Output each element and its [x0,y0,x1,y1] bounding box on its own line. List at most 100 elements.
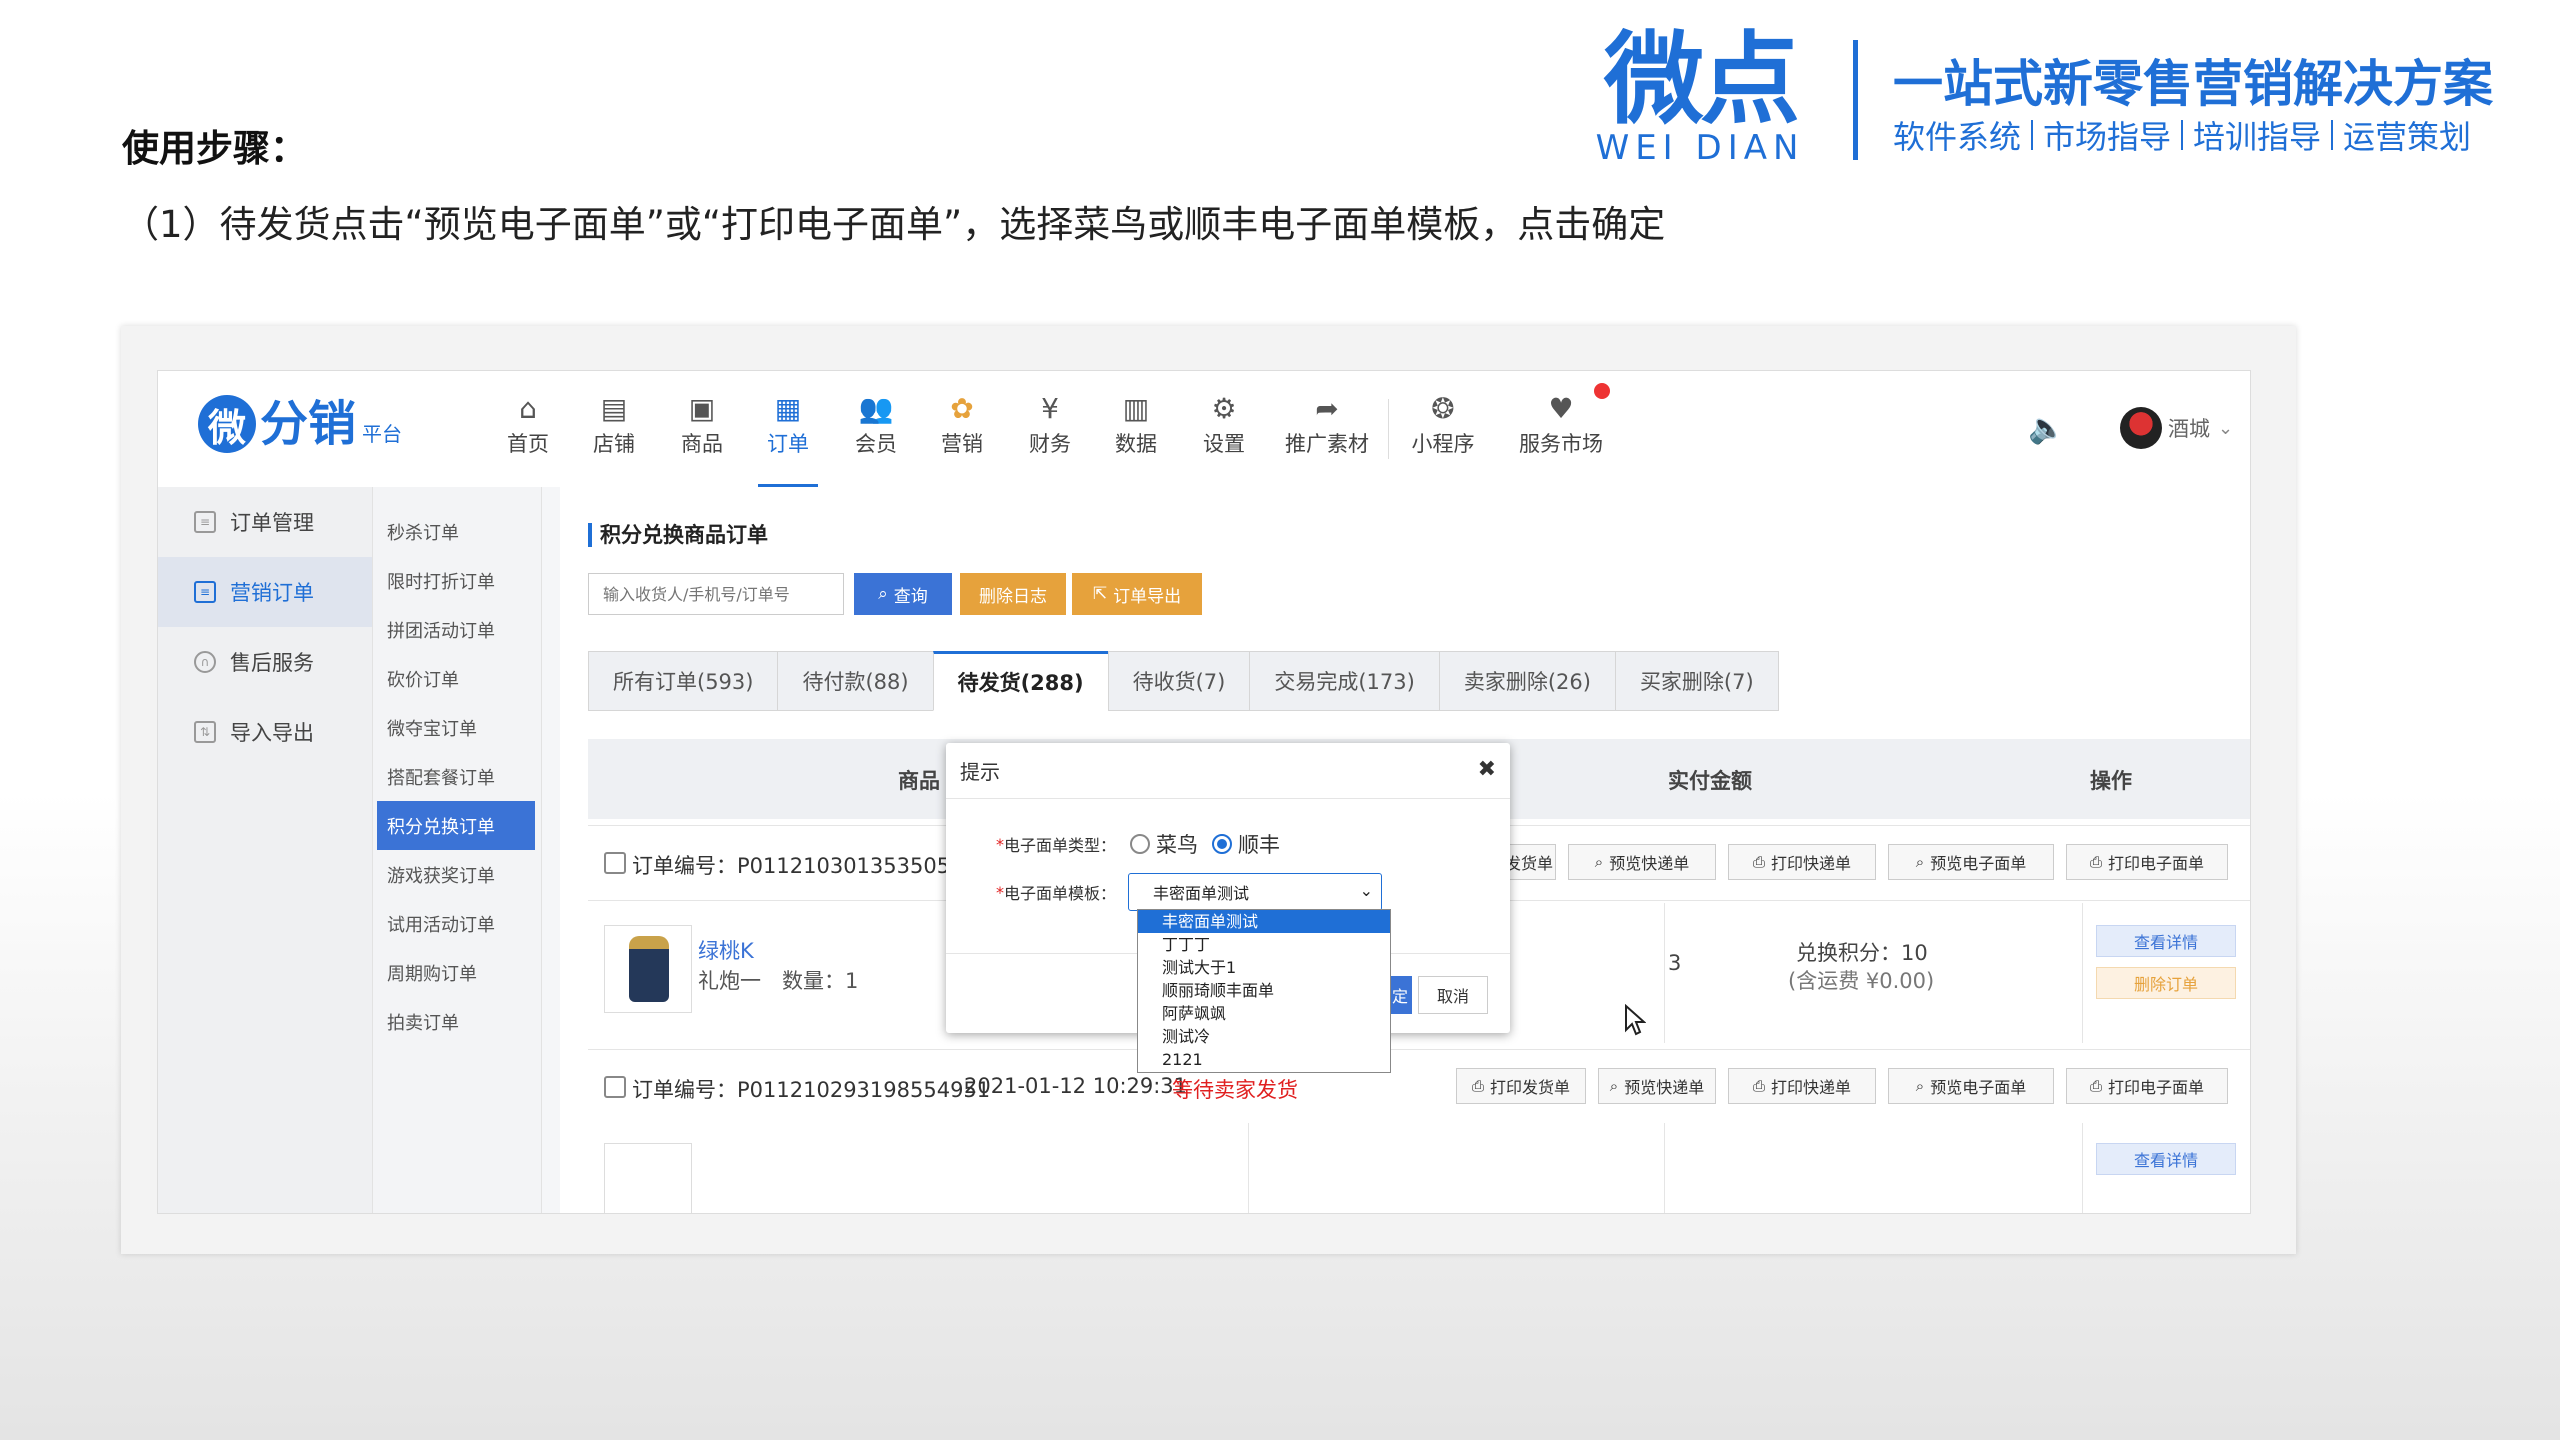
radio-cainiao[interactable] [1130,834,1151,854]
nav-divider [1388,399,1389,459]
nav-promo-material[interactable]: ➦ 推广素材 [1282,389,1372,469]
order-checkbox[interactable] [604,852,626,874]
nav-settings[interactable]: ⚙ 设置 [1194,389,1254,469]
search-input[interactable] [588,573,844,615]
dropdown-option[interactable]: 2121 [1138,1048,1390,1071]
preview-express-button[interactable]: ⌕ 预览快递单 [1598,1068,1716,1104]
sidebar-item-after-sale[interactable]: ∩ 售后服务 [158,627,372,697]
subnav-item[interactable]: 微夺宝订单 [377,703,535,752]
order-row: 订单编号：P011210293198554951 2021-01-12 10:2… [588,1049,2250,1125]
delete-log-button[interactable]: 删除日志 [960,573,1066,615]
nav-goods[interactable]: ▣ 商品 [672,389,732,469]
printer-icon: ⎙ [1471,1077,1484,1095]
view-detail-button[interactable]: 查看详情 [2096,925,2236,957]
nav-label: 会员 [855,432,897,456]
mouse-cursor-icon [1625,1004,1646,1036]
nav-service-market[interactable]: ♥ 服务市场 [1516,383,1610,469]
subnav-item[interactable]: 限时打折订单 [377,556,535,605]
print-delivery-note-button[interactable]: ⎙ 打印发货单 [1456,1068,1586,1104]
nav-label: 店铺 [593,432,635,456]
nav-label: 服务市场 [1519,432,1603,456]
nav-data[interactable]: ▥ 数据 [1106,389,1166,469]
tab-buyer-deleted[interactable]: 买家删除(7) [1614,651,1779,711]
subnav-item-points-exchange[interactable]: 积分兑换订单 [377,801,535,850]
dropdown-option[interactable]: 丰密面单测试 [1138,910,1390,933]
tab-pending-payment[interactable]: 待付款(88) [777,651,933,711]
app-logo-sub: 平台 [362,422,403,446]
subnav-item[interactable]: 秒杀订单 [377,507,535,556]
chevron-down-icon: ⌄ [2218,417,2234,439]
brand-logo-en: WEI DIAN [1595,128,1805,168]
printer-icon: ⎙ [2089,853,2102,871]
nav-label: 设置 [1203,432,1245,456]
print-express-button[interactable]: ⎙ 打印快递单 [1728,1068,1876,1104]
nav-member[interactable]: 👥 会员 [846,389,906,469]
col-goods: 商品 [898,769,940,793]
sidebar-item-order-manage[interactable]: ≡ 订单管理 [158,487,372,557]
dropdown-option[interactable]: 测试大于1 [1138,956,1390,979]
subnav-item[interactable]: 拼团活动订单 [377,605,535,654]
dropdown-option[interactable]: 顺丽琦顺丰面单 [1138,979,1390,1002]
dropdown-option[interactable]: 阿萨飒飒 [1138,1002,1390,1025]
button-label: 预览电子面单 [1930,1078,2027,1097]
subnav-item[interactable]: 试用活动订单 [377,899,535,948]
speaker-icon[interactable]: 🔈 [2028,411,2065,446]
print-eorder-button[interactable]: ⎙ 打印电子面单 [2066,844,2228,880]
product-thumbnail[interactable] [604,1143,692,1213]
subnav-item[interactable]: 游戏获奖订单 [377,850,535,899]
print-express-button[interactable]: ⎙ 打印快递单 [1728,844,1876,880]
user-menu[interactable]: 酒城 ⌄ [2120,407,2233,449]
template-select[interactable]: 丰密面单测试 ⌄ [1128,873,1383,911]
tab-seller-deleted[interactable]: 卖家删除(26) [1438,651,1615,711]
query-button[interactable]: ⌕ 查询 [854,573,952,615]
market-icon: ♥ [1516,383,1610,429]
nav-label: 首页 [507,432,549,456]
subnav-item[interactable]: 拍卖订单 [377,997,535,1046]
required-mark: * [996,882,1004,902]
tab-pending-receipt[interactable]: 待收货(7) [1107,651,1250,711]
radio-shunfeng[interactable] [1212,834,1233,854]
column-divider [1664,1123,1665,1213]
nav-finance[interactable]: ¥ 财务 [1020,389,1080,469]
subnav-item[interactable]: 搭配套餐订单 [377,752,535,801]
subnav-item[interactable]: 周期购订单 [377,948,535,997]
page-title: 积分兑换商品订单 [588,523,768,547]
subnav-item[interactable]: 砍价订单 [377,654,535,703]
nav-home[interactable]: ⌂ 首页 [498,389,558,469]
export-button[interactable]: ⇱ 订单导出 [1072,573,1202,615]
home-icon: ⌂ [519,392,537,425]
tab-pending-shipment[interactable]: 待发货(288) [932,651,1108,711]
tab-all[interactable]: 所有订单(593) [588,651,778,711]
query-label: 查询 [893,586,928,607]
nav-store[interactable]: ▤ 店铺 [584,389,644,469]
print-eorder-button[interactable]: ⎙ 打印电子面单 [2066,1068,2228,1104]
marketing-icon: ✿ [950,392,974,425]
product-name-link[interactable]: 绿桃K [698,935,754,965]
cancel-button[interactable]: 取消 [1418,976,1488,1014]
order-manage-icon: ≡ [194,511,216,533]
nav-marketing[interactable]: ✿ 营销 [932,389,992,469]
brand-logo: 微点 WEI DIAN [1580,30,1820,168]
close-icon[interactable]: ✖ [1478,757,1496,782]
nav-miniapp[interactable]: ❂ 小程序 [1408,389,1478,469]
top-nav: 微 分销 平台 ⌂ 首页 ▤ 店铺 ▣ 商品 ▦ 订单 👥 会员 ✿ 营销 ¥ … [158,371,2250,487]
app-logo[interactable]: 微 分销 平台 [198,395,402,453]
marketing-order-icon: ≡ [194,581,216,603]
delete-order-button[interactable]: 删除订单 [2096,967,2236,999]
sidebar-item-import-export[interactable]: ⇅ 导入导出 [158,697,372,767]
dropdown-option[interactable]: 测试冷 [1138,1025,1390,1048]
order-checkbox[interactable] [604,1076,626,1098]
dropdown-option[interactable]: 丁丁丁 [1138,933,1390,956]
view-detail-button[interactable]: 查看详情 [2096,1143,2236,1175]
tab-completed[interactable]: 交易完成(173) [1249,651,1439,711]
sidebar-item-marketing-order[interactable]: ≡ 营销订单 [158,557,372,627]
product-thumbnail[interactable] [604,925,692,1013]
printer-icon: ⎙ [2089,1077,2102,1095]
preview-express-button[interactable]: ⌕ 预览快递单 [1568,844,1716,880]
col-paid: 实付金额 [1668,769,1752,793]
magnifier-icon: ⌕ [1915,853,1925,871]
preview-eorder-button[interactable]: ⌕ 预览电子面单 [1888,844,2054,880]
preview-eorder-button[interactable]: ⌕ 预览电子面单 [1888,1068,2054,1104]
nav-order[interactable]: ▦ 订单 [758,389,818,487]
steps-title: 使用步骤： [122,127,307,170]
